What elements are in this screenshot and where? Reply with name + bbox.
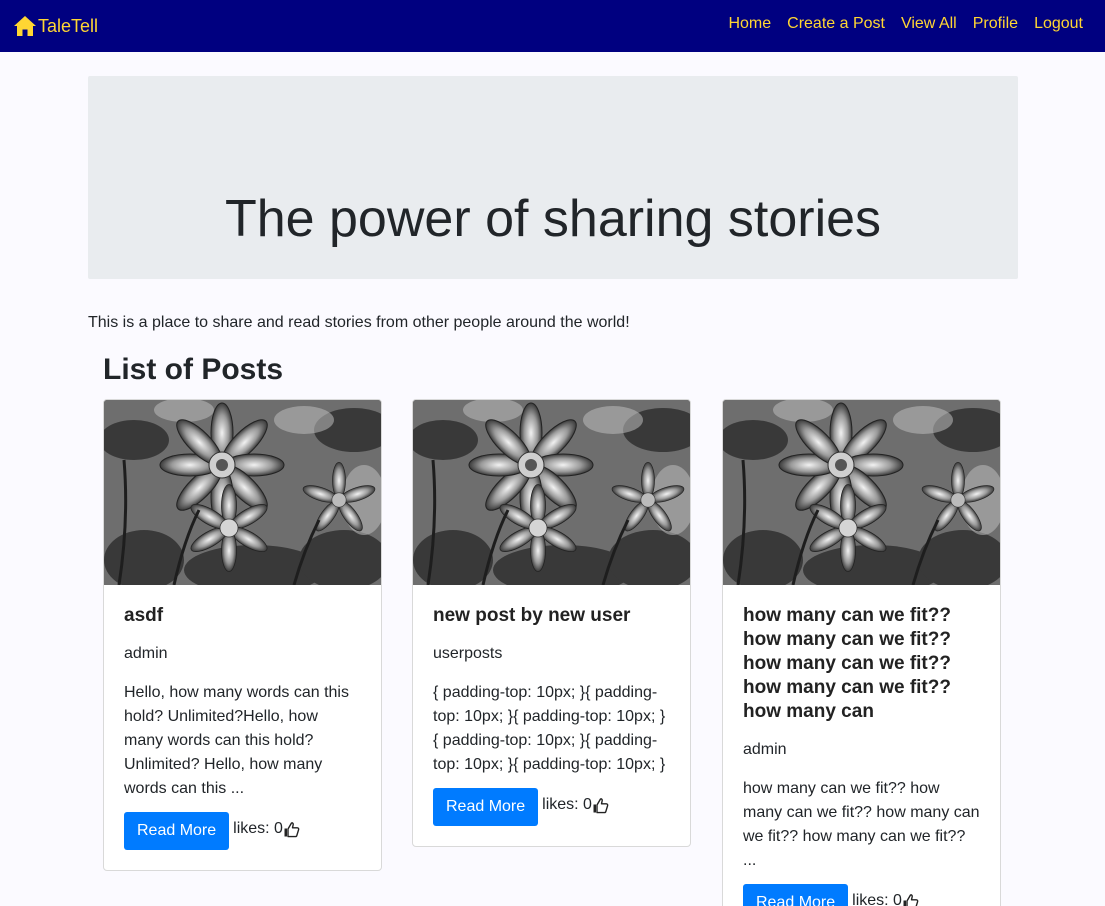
navbar: TaleTell Home Create a Post View All Pro… (0, 0, 1105, 52)
nav-profile[interactable]: Profile (973, 15, 1018, 33)
nav-home[interactable]: Home (728, 15, 771, 33)
likes-label: likes: 0 (852, 892, 902, 906)
home-icon (14, 16, 36, 36)
hero-heading: The power of sharing stories (224, 190, 882, 248)
post-author: userposts (433, 645, 503, 662)
post-image (723, 400, 1000, 585)
likes-label: likes: 0 (542, 796, 592, 813)
thumbs-up-icon[interactable] (592, 797, 609, 814)
thumbs-up-icon[interactable] (283, 821, 300, 838)
post-card: how many can we fit?? how many can we fi… (722, 399, 1001, 906)
read-more-button[interactable]: Read More (743, 884, 849, 906)
likes-count: likes: 0 (542, 796, 609, 814)
likes-count: likes: 0 (852, 892, 919, 906)
thumbs-up-icon[interactable] (902, 893, 919, 906)
post-title: asdf (124, 605, 164, 626)
post-excerpt: how many can we fit?? how many can we fi… (743, 780, 980, 869)
post-image (104, 400, 381, 585)
nav-logout[interactable]: Logout (1034, 15, 1083, 33)
post-title: how many can we fit?? how many can we fi… (743, 605, 951, 722)
post-image (413, 400, 690, 585)
post-excerpt: Hello, how many words can this hold? Unl… (124, 684, 349, 797)
intro-text: This is a place to share and read storie… (88, 314, 630, 331)
read-more-button[interactable]: Read More (124, 812, 230, 850)
likes-label: likes: 0 (233, 820, 283, 837)
nav-create-post[interactable]: Create a Post (787, 15, 885, 33)
post-excerpt: { padding-top: 10px; }{ padding-top: 10p… (433, 684, 666, 773)
brand-name: TaleTell (38, 15, 99, 36)
post-author: admin (124, 645, 168, 662)
nav-links: Home Create a Post View All Profile Logo… (728, 15, 1083, 33)
read-more-button[interactable]: Read More (433, 788, 539, 826)
section-title: List of Posts (103, 353, 284, 386)
post-title: new post by new user (433, 605, 631, 626)
likes-count: likes: 0 (233, 820, 300, 838)
post-author: admin (743, 741, 787, 758)
nav-view-all[interactable]: View All (901, 15, 957, 33)
brand-link[interactable]: TaleTell (13, 13, 98, 39)
hero-banner: The power of sharing stories (88, 76, 1018, 279)
post-card: new post by new user userposts { padding… (412, 399, 691, 847)
post-card: asdf admin Hello, how many words can thi… (103, 399, 382, 871)
